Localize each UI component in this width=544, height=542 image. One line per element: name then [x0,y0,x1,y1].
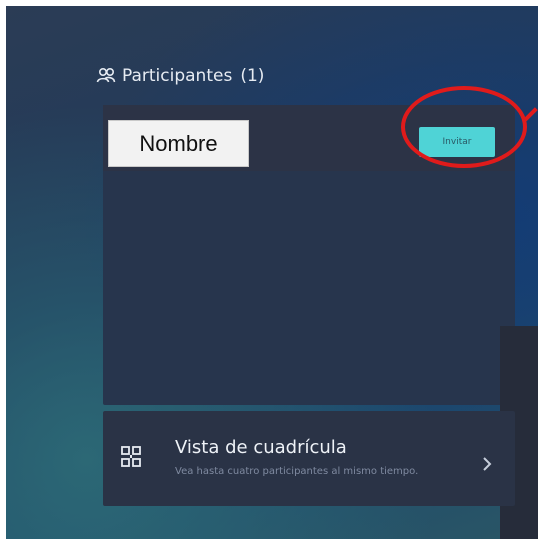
participants-title: Participantes [122,66,233,86]
participants-header: Participantes (1) [96,66,264,86]
invite-button[interactable]: Invitar [419,127,495,157]
participants-panel: Nombre Invitar [103,105,515,405]
app-screen: Participantes (1) Nombre Invitar Vista d… [6,6,538,539]
chevron-right-icon [481,456,493,472]
annotation-pointer [523,107,538,122]
participants-panel-header: Nombre Invitar [103,105,515,171]
participants-count: (1) [240,66,265,86]
qr-grid-icon [121,446,141,468]
grid-view-option[interactable]: Vista de cuadrícula Vea hasta cuatro par… [103,411,515,506]
grid-view-description: Vea hasta cuatro participantes al mismo … [175,466,419,477]
name-label: Nombre [108,120,249,167]
people-icon [96,66,116,86]
grid-view-title: Vista de cuadrícula [175,437,347,458]
